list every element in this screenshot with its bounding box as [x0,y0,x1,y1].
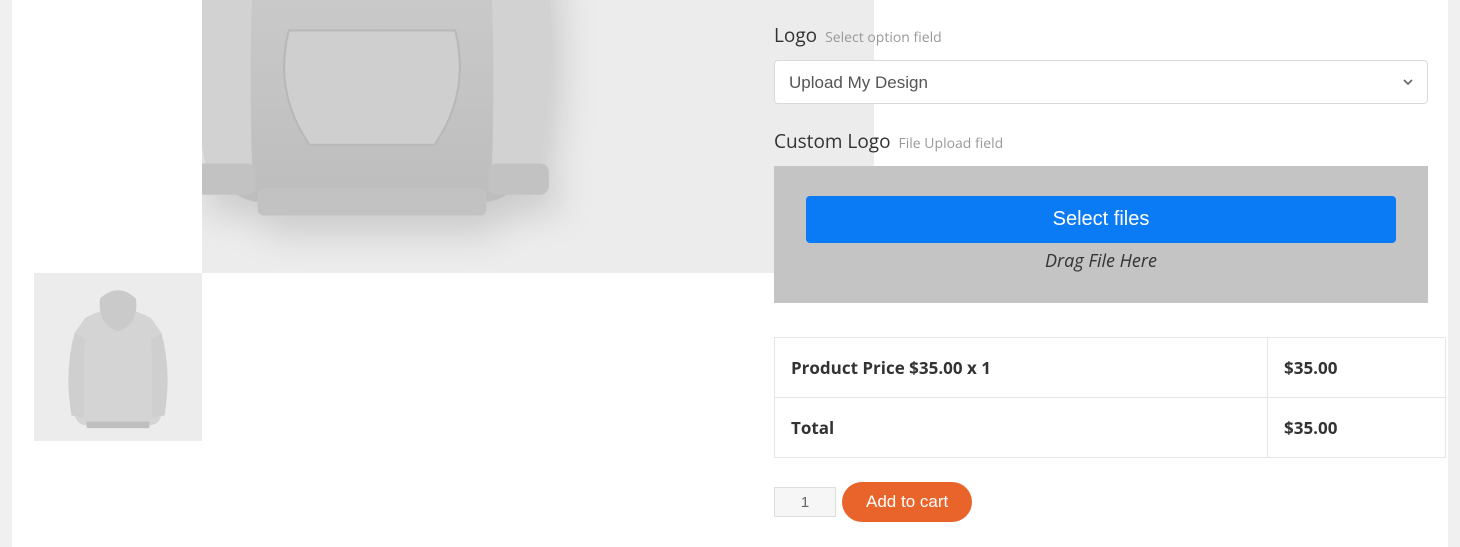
total-label: Total [775,398,1268,458]
logo-select[interactable]: Upload My Design [774,60,1428,104]
product-thumbnail[interactable] [34,273,202,441]
product-gallery [34,0,722,441]
drag-hint-text: Drag File Here [804,249,1398,273]
quantity-input[interactable] [774,487,836,517]
select-files-button[interactable]: Select files [806,196,1396,243]
file-drop-zone[interactable]: Select files Drag File Here [774,166,1428,303]
product-price-label: Product Price $35.00 x 1 [775,338,1268,398]
product-options: Logo Select option field Upload My Desig… [774,0,1434,522]
price-table: Product Price $35.00 x 1 $35.00 Total $3… [774,337,1446,458]
logo-label: Logo [774,22,817,48]
add-to-cart-button[interactable]: Add to cart [842,482,972,522]
logo-option-block: Logo Select option field Upload My Desig… [774,22,1434,104]
custom-logo-block: Custom Logo File Upload field Select fil… [774,128,1434,303]
custom-logo-hint: File Upload field [899,134,1004,153]
custom-logo-label: Custom Logo [774,128,891,154]
logo-hint: Select option field [825,28,942,47]
table-row: Total $35.00 [775,398,1446,458]
table-row: Product Price $35.00 x 1 $35.00 [775,338,1446,398]
product-price-value: $35.00 [1268,338,1446,398]
cart-actions: Add to cart [774,482,1434,522]
total-value: $35.00 [1268,398,1446,458]
